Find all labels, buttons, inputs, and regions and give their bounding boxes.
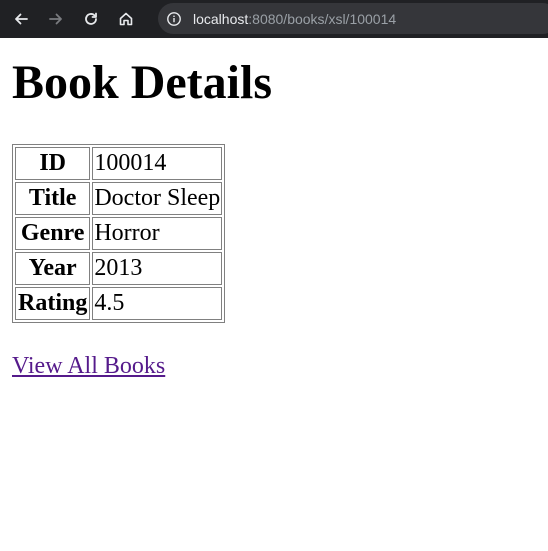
view-all-books-link[interactable]: View All Books bbox=[12, 353, 165, 379]
forward-arrow-icon bbox=[49, 13, 62, 25]
table-row: Rating 4.5 bbox=[15, 287, 223, 320]
row-label: Genre bbox=[15, 217, 91, 250]
link-container: View All Books bbox=[12, 353, 542, 380]
table-row: Year 2013 bbox=[15, 252, 223, 285]
row-label: Title bbox=[15, 182, 91, 215]
row-value: 2013 bbox=[92, 252, 223, 285]
home-icon bbox=[119, 12, 133, 26]
row-label: Year bbox=[15, 252, 91, 285]
info-icon[interactable] bbox=[166, 11, 182, 27]
back-button[interactable] bbox=[6, 4, 36, 34]
page-title: Book Details bbox=[12, 56, 273, 109]
forward-button[interactable] bbox=[41, 4, 71, 34]
back-arrow-icon bbox=[15, 13, 28, 25]
browser-toolbar: localhost:8080/books/xsl/100014 bbox=[0, 0, 548, 38]
reload-icon bbox=[85, 12, 97, 25]
row-value: 4.5 bbox=[92, 287, 223, 320]
table-row: ID 100014 bbox=[15, 147, 223, 180]
table-row: Title Doctor Sleep bbox=[15, 182, 223, 215]
book-details-table: ID 100014 Title Doctor Sleep Genre Horro… bbox=[12, 144, 226, 323]
url-path: :8080/books/xsl/100014 bbox=[248, 10, 397, 27]
home-button[interactable] bbox=[111, 4, 141, 34]
reload-button[interactable] bbox=[76, 4, 106, 34]
url-text[interactable]: localhost:8080/books/xsl/100014 bbox=[193, 11, 396, 27]
url-host: localhost bbox=[193, 10, 249, 27]
row-label: ID bbox=[15, 147, 91, 180]
page-content: Book Details ID 100014 Title Doctor Slee… bbox=[12, 38, 542, 380]
address-bar[interactable]: localhost:8080/books/xsl/100014 bbox=[158, 3, 548, 34]
row-value: Doctor Sleep bbox=[92, 182, 223, 215]
row-value: 100014 bbox=[92, 147, 223, 180]
row-label: Rating bbox=[15, 287, 91, 320]
table-row: Genre Horror bbox=[15, 217, 223, 250]
row-value: Horror bbox=[92, 217, 223, 250]
